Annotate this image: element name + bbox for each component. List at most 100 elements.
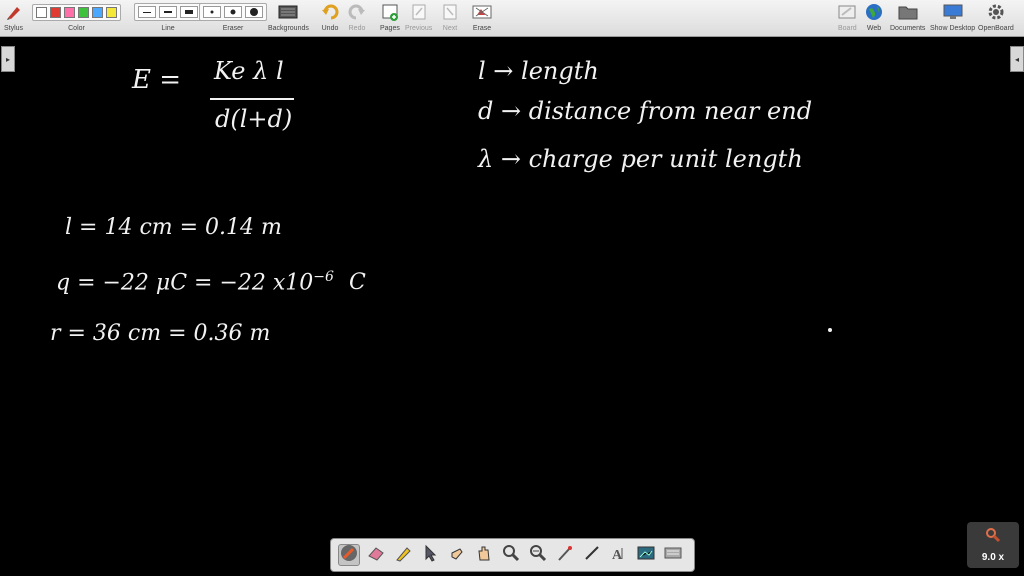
color-swatch[interactable] xyxy=(36,6,47,18)
show-desktop-label: Show Desktop xyxy=(930,25,976,32)
zoom-out-icon xyxy=(529,544,547,567)
color-label: Color xyxy=(68,25,85,32)
eraser-medium-option[interactable] xyxy=(224,6,242,18)
next-page-icon xyxy=(442,2,458,22)
stylus-palette: A xyxy=(330,538,695,572)
color-swatches[interactable] xyxy=(32,3,121,21)
eraser-tool[interactable] xyxy=(365,544,387,566)
given-charge: q = −22 μC = −22 x10−6 C xyxy=(56,269,366,295)
backgrounds-button[interactable]: Backgrounds xyxy=(268,2,309,32)
given-charge-value: q = −22 μC = −22 x10 xyxy=(56,270,314,296)
eraser-size-picker[interactable]: Eraser xyxy=(199,2,267,32)
line-label: Line xyxy=(161,25,175,32)
backgrounds-icon xyxy=(278,2,298,22)
color-swatch[interactable] xyxy=(106,6,117,18)
board-label: Board xyxy=(838,25,857,32)
openboard-label: OpenBoard xyxy=(978,25,1014,32)
line-medium-option[interactable] xyxy=(159,6,177,18)
color-swatch[interactable] xyxy=(64,6,75,18)
redo-button[interactable]: Redo xyxy=(348,2,366,32)
zoom-in-icon xyxy=(502,544,520,567)
eraser-label: Eraser xyxy=(222,25,244,32)
redo-icon xyxy=(348,2,366,22)
erase-label: Erase xyxy=(472,25,492,32)
web-label: Web xyxy=(866,25,882,32)
next-button[interactable]: Next xyxy=(442,2,458,32)
laser-pointer-tool[interactable] xyxy=(554,544,576,566)
web-button[interactable]: Web xyxy=(865,2,883,32)
hand-icon xyxy=(476,544,492,567)
pages-button[interactable]: Pages xyxy=(380,2,400,32)
fraction-bar xyxy=(210,98,294,100)
hand-tool[interactable] xyxy=(473,544,495,566)
formula-numerator: Ke λ l xyxy=(214,57,284,85)
redo-label: Redo xyxy=(348,25,366,32)
pen-icon xyxy=(340,544,358,567)
keyboard-tool[interactable] xyxy=(662,544,684,566)
line-icon xyxy=(583,544,601,567)
marker-tool[interactable] xyxy=(392,544,414,566)
color-swatch[interactable] xyxy=(78,6,89,18)
zoom-level: 9.0 x xyxy=(981,552,1005,563)
eraser-icon xyxy=(367,545,385,566)
previous-button[interactable]: Previous xyxy=(405,2,432,32)
line-thick-option[interactable] xyxy=(180,6,198,18)
given-distance: r = 36 cm = 0.36 m xyxy=(50,321,271,346)
eraser-large-option[interactable] xyxy=(245,6,263,18)
board-canvas[interactable]: E = Ke λ l d(l+d) l → length d → distanc… xyxy=(0,37,1024,576)
gear-icon xyxy=(987,2,1005,22)
stylus-label: Stylus xyxy=(4,25,24,32)
stray-dot xyxy=(828,328,832,332)
line-thin-option[interactable] xyxy=(138,6,156,18)
legend-distance: d → distance from near end xyxy=(478,97,813,125)
stylus-icon xyxy=(5,2,23,22)
interact-tool[interactable] xyxy=(446,544,468,566)
legend-charge-density: λ → charge per unit length xyxy=(478,145,803,173)
laser-pointer-icon xyxy=(556,544,574,567)
undo-label: Undo xyxy=(321,25,339,32)
documents-button[interactable]: Documents xyxy=(890,2,925,32)
erase-button[interactable]: Erase xyxy=(472,2,492,32)
zoom-indicator[interactable]: 9.0 x xyxy=(967,522,1019,568)
desktop-icon xyxy=(943,2,963,22)
top-toolbar: Stylus Color Line Eraser Backgrounds Und… xyxy=(0,0,1024,37)
given-charge-exponent: −6 xyxy=(313,269,334,285)
color-picker[interactable]: Color xyxy=(32,2,121,32)
line-width-picker[interactable]: Line xyxy=(134,2,202,32)
color-swatch[interactable] xyxy=(50,6,61,18)
marker-icon xyxy=(394,544,412,567)
selector-tool[interactable] xyxy=(419,544,441,566)
zoom-in-tool[interactable] xyxy=(500,544,522,566)
given-charge-unit: C xyxy=(348,270,366,296)
svg-text:A: A xyxy=(612,548,623,561)
previous-page-icon xyxy=(411,2,427,22)
magnifier-icon xyxy=(985,527,1001,548)
line-tool[interactable] xyxy=(581,544,603,566)
text-icon: A xyxy=(610,545,628,566)
color-swatch[interactable] xyxy=(92,6,103,18)
globe-icon xyxy=(865,2,883,22)
previous-label: Previous xyxy=(405,25,433,32)
pages-label: Pages xyxy=(380,25,400,32)
zoom-out-tool[interactable] xyxy=(527,544,549,566)
undo-button[interactable]: Undo xyxy=(321,2,339,32)
pointing-hand-icon xyxy=(448,544,466,567)
given-length: l = 14 cm = 0.14 m xyxy=(65,215,282,240)
pages-icon xyxy=(381,2,399,22)
text-tool[interactable]: A xyxy=(608,544,630,566)
openboard-menu-button[interactable]: OpenBoard xyxy=(978,2,1014,32)
show-desktop-button[interactable]: Show Desktop xyxy=(930,2,975,32)
formula-lhs: E = xyxy=(132,65,182,95)
folder-icon xyxy=(898,2,918,22)
stylus-tool[interactable]: Stylus xyxy=(4,2,23,32)
formula-denominator: d(l+d) xyxy=(215,105,293,133)
eraser-small-option[interactable] xyxy=(203,6,221,18)
keyboard-icon xyxy=(664,546,682,564)
pen-tool[interactable] xyxy=(338,544,360,566)
backgrounds-label: Backgrounds xyxy=(268,25,309,32)
capture-tool[interactable] xyxy=(635,544,657,566)
board-icon xyxy=(838,2,856,22)
arrow-cursor-icon xyxy=(423,544,437,567)
board-button[interactable]: Board xyxy=(838,2,857,32)
capture-icon xyxy=(637,545,655,566)
